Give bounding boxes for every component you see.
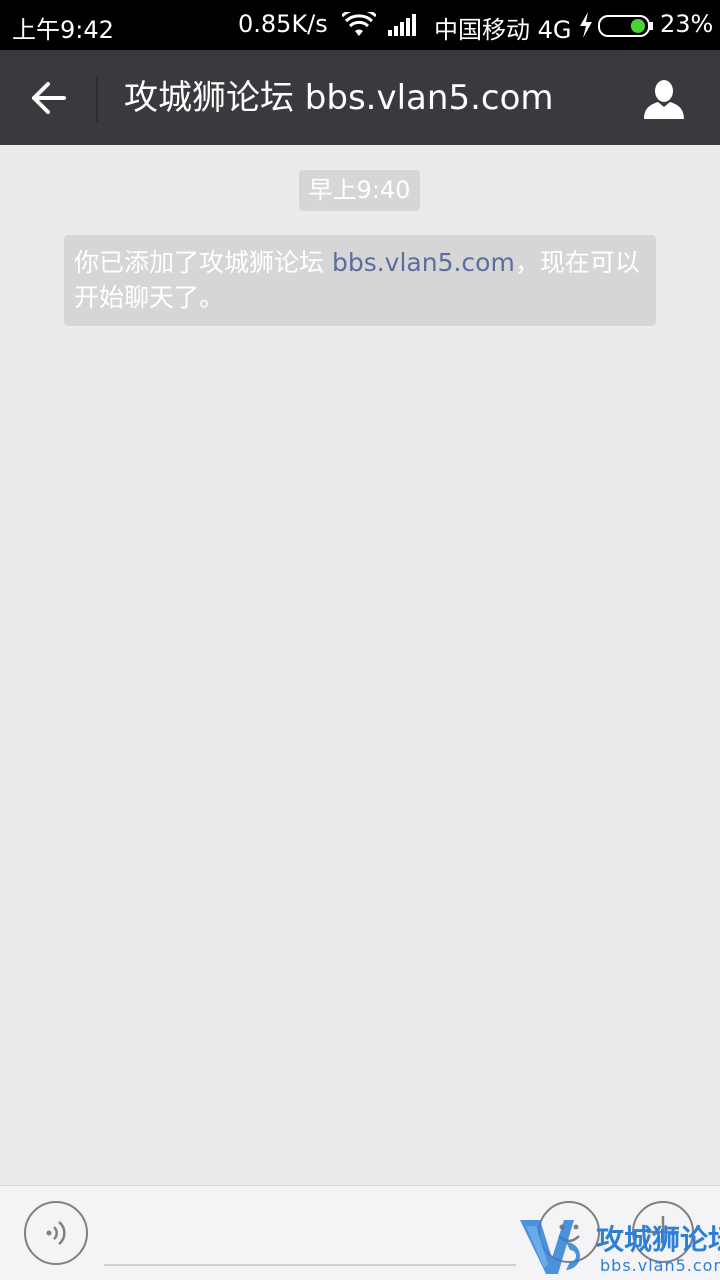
arrow-left-icon	[32, 82, 66, 114]
status-net-speed: 0.85K/s	[238, 10, 328, 38]
person-icon	[644, 80, 684, 119]
status-time: 上午9:42	[12, 16, 114, 44]
system-message-link[interactable]: bbs.vlan5.com	[332, 248, 515, 277]
signal-icon	[388, 14, 416, 36]
system-message: 你已添加了攻城狮论坛 bbs.vlan5.com，现在可以开始聊天了。	[64, 235, 656, 326]
watermark-title: 攻城狮论坛	[596, 1223, 720, 1256]
profile-button[interactable]	[636, 74, 692, 124]
message-time-badge: 早上9:40	[299, 170, 420, 211]
header-divider	[96, 76, 98, 122]
chat-area[interactable]: 早上9:40 你已添加了攻城狮论坛 bbs.vlan5.com，现在可以开始聊天…	[0, 145, 720, 1185]
status-bar: 上午9:42 0.85K/s 中国移动 4G 23%	[0, 0, 720, 50]
bolt-icon	[580, 12, 592, 38]
message-input[interactable]	[104, 1216, 516, 1266]
status-battery-pct: 23%	[660, 10, 714, 38]
watermark: 攻城狮论坛 bbs.vlan5.com	[518, 1212, 720, 1280]
system-message-prefix: 你已添加了攻城狮论坛	[74, 248, 332, 277]
watermark-logo-icon	[520, 1220, 580, 1274]
voice-icon	[46, 1221, 66, 1245]
watermark-subtitle: bbs.vlan5.com	[600, 1256, 720, 1275]
wifi-icon	[342, 12, 376, 36]
chat-header: 攻城狮论坛 bbs.vlan5.com	[0, 50, 720, 145]
chat-title: 攻城狮论坛 bbs.vlan5.com	[124, 78, 554, 118]
voice-button[interactable]	[24, 1201, 88, 1265]
battery-icon	[598, 15, 653, 37]
back-button[interactable]	[20, 75, 76, 121]
status-carrier: 中国移动 4G	[434, 16, 572, 44]
